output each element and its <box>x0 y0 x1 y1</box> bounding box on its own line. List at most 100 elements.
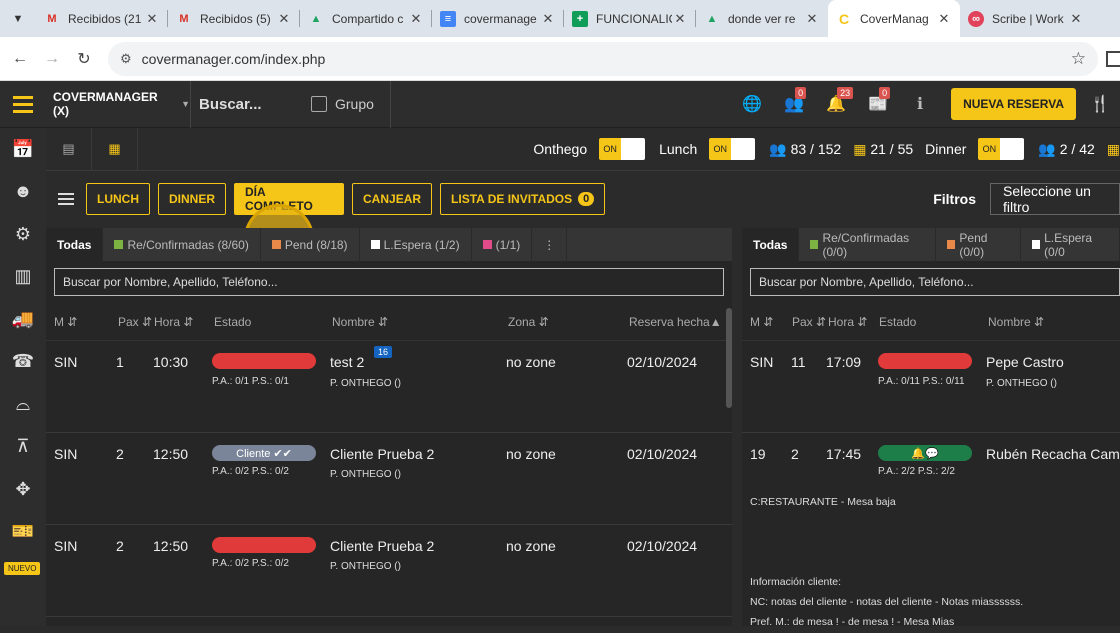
tab-search-dropdown-icon[interactable]: ▼ <box>6 7 30 31</box>
dinner-button[interactable]: DINNER <box>158 182 227 215</box>
scrollbar[interactable] <box>726 308 732 408</box>
ticket-icon[interactable]: 🎫 <box>0 511 46 554</box>
status-pill[interactable] <box>212 353 316 369</box>
tab-todas[interactable]: Todas <box>46 228 104 261</box>
tab-otros[interactable]: (1/1) <box>472 228 533 261</box>
col-pax[interactable]: Pax ⇵ <box>792 315 826 329</box>
users-icon[interactable]: 👥 0 <box>773 87 815 114</box>
bell-icon[interactable]: 🔔 23 <box>815 87 857 114</box>
tab-label: Re/Confirmadas (8/60) <box>127 237 249 252</box>
cell-nombre[interactable]: Rubén Recacha Cama <box>986 446 1120 462</box>
table-icon[interactable]: ⊼ <box>0 426 46 469</box>
tab-todas[interactable]: Todas <box>742 228 800 261</box>
forward-icon[interactable]: → <box>36 50 68 68</box>
guest-list-label: LISTA DE INVITADOS <box>451 191 573 206</box>
new-reservation-button[interactable]: NUEVA RESERVA <box>951 88 1076 120</box>
lunch-toggle[interactable]: ON <box>709 138 756 160</box>
table-row[interactable]: SIN 1 10:30 P.A.: 0/1 P.S.: 0/1 test 2 1… <box>46 341 732 433</box>
reservation-search-input[interactable]: Buscar por Nombre, Apellido, Teléfono... <box>54 268 724 296</box>
table-row[interactable]: SIN 2 12:50 Cliente ✔✔ P.A.: 0/2 P.S.: 0… <box>46 433 732 525</box>
table-row[interactable]: SIN 11 17:09 P.A.: 0/11 P.S.: 0/11 Pepe … <box>742 341 1120 433</box>
grid-view-icon[interactable]: ▦ <box>92 127 138 171</box>
canjear-button[interactable]: CANJEAR <box>352 182 433 215</box>
col-hora[interactable]: Hora ⇵ <box>828 315 867 329</box>
reservation-search-input[interactable]: Buscar por Nombre, Apellido, Teléfono... <box>750 268 1120 296</box>
news-badge: 0 <box>879 87 891 99</box>
url-field[interactable]: ⚙ covermanager.com/index.php ☆ <box>108 41 1098 76</box>
col-nombre[interactable]: Nombre ⇵ <box>332 315 388 329</box>
col-nombre[interactable]: Nombre ⇵ <box>988 315 1044 329</box>
close-icon[interactable]: ✕ <box>672 11 688 27</box>
browser-tab[interactable]: ▲ donde ver re ✕ <box>696 0 828 37</box>
col-reserva-hecha[interactable]: Reserva hecha▲ <box>629 315 722 329</box>
onthego-toggle[interactable]: ON <box>599 138 646 160</box>
cell-nombre[interactable]: Cliente Prueba 2 <box>330 538 434 554</box>
info-icon[interactable]: ℹ <box>899 94 941 114</box>
col-m[interactable]: M ⇵ <box>54 315 77 329</box>
col-m[interactable]: M ⇵ <box>750 315 773 329</box>
close-icon[interactable]: ✕ <box>144 11 160 27</box>
reload-icon[interactable]: ↻ <box>68 49 100 69</box>
cell-nombre[interactable]: Cliente Prueba 2 <box>330 446 434 462</box>
browser-tab[interactable]: + FUNCIONALIC ✕ <box>564 0 696 37</box>
truck-icon[interactable]: 🚚 <box>0 298 46 341</box>
calendar-icon[interactable]: 📅 <box>0 128 46 171</box>
tab-lista-espera[interactable]: L.Espera (0/0 <box>1021 228 1120 261</box>
gear-icon[interactable]: ⚙ <box>0 213 46 256</box>
status-pill[interactable]: 🔔💬 <box>878 445 972 461</box>
tab-pendientes[interactable]: Pend (8/18) <box>261 228 360 261</box>
extension-icon[interactable] <box>1106 50 1120 67</box>
cell-nombre[interactable]: test 2 <box>330 354 364 370</box>
puzzle-icon[interactable]: ✥ <box>0 468 46 511</box>
tab-lista-espera[interactable]: L.Espera (1/2) <box>360 228 472 261</box>
status-tabs: Todas Re/Confirmadas (0/0) Pend (0/0) L.… <box>742 228 1120 261</box>
tab-pendientes[interactable]: Pend (0/0) <box>936 228 1022 261</box>
bookmark-star-icon[interactable]: ☆ <box>1071 49 1086 69</box>
cutlery-icon[interactable]: 🍴 <box>1090 94 1120 114</box>
checkbox-icon[interactable] <box>311 96 327 112</box>
list-view-icon[interactable]: ▤ <box>46 127 92 171</box>
lunch-button[interactable]: LUNCH <box>86 182 150 215</box>
chart-icon[interactable]: ▥ <box>0 256 46 299</box>
browser-tab[interactable]: ▲ Compartido c ✕ <box>300 0 432 37</box>
restaurant-selector[interactable]: COVERMANAGER (X) ▼ <box>46 80 191 128</box>
browser-tab[interactable]: ∞ Scribe | Work ✕ <box>960 0 1092 37</box>
more-options-icon[interactable]: ⋮ <box>532 228 568 261</box>
browser-tab-active[interactable]: C CoverManag ✕ <box>828 0 960 37</box>
hamburger-menu-icon[interactable] <box>0 95 46 113</box>
back-icon[interactable]: ← <box>4 50 36 68</box>
close-icon[interactable]: ✕ <box>276 11 292 27</box>
status-pill[interactable] <box>878 353 972 369</box>
close-icon[interactable]: ✕ <box>540 11 556 27</box>
tab-confirmadas[interactable]: Re/Confirmadas (0/0) <box>799 228 937 261</box>
close-icon[interactable]: ✕ <box>408 11 424 27</box>
guest-list-button[interactable]: LISTA DE INVITADOS 0 <box>440 182 606 215</box>
cell-nombre[interactable]: Pepe Castro <box>986 354 1064 370</box>
browser-tab[interactable]: ≡ covermanage ✕ <box>432 0 564 37</box>
close-icon[interactable]: ✕ <box>1068 11 1084 27</box>
site-info-icon[interactable]: ⚙ <box>120 51 132 67</box>
col-hora[interactable]: Hora ⇵ <box>154 315 193 329</box>
global-search[interactable]: Buscar... <box>191 96 311 113</box>
tab-confirmadas[interactable]: Re/Confirmadas (8/60) <box>103 228 261 261</box>
col-zona[interactable]: Zona ⇵ <box>508 315 549 329</box>
status-pill[interactable]: Cliente ✔✔ <box>212 445 316 461</box>
browser-tab[interactable]: M Recibidos (5) ✕ <box>168 0 300 37</box>
status-pill[interactable] <box>212 537 316 553</box>
col-pax[interactable]: Pax ⇵ <box>118 315 152 329</box>
cloche-icon[interactable]: ⌓ <box>0 383 46 426</box>
filter-select[interactable]: Seleccione un filtro <box>990 182 1120 215</box>
dinner-label: Dinner <box>925 141 967 157</box>
table-row-expanded[interactable]: 19 2 17:45 🔔💬 P.A.: 2/2 P.S.: 2/2 Rubén … <box>742 433 1120 633</box>
news-icon[interactable]: 📰 0 <box>857 87 899 114</box>
dinner-toggle[interactable]: ON <box>978 138 1025 160</box>
table-row[interactable]: SIN 2 12:50 P.A.: 0/2 P.S.: 0/2 Cliente … <box>46 525 732 617</box>
list-icon[interactable] <box>46 192 86 205</box>
close-icon[interactable]: ✕ <box>804 11 820 27</box>
grupo-checkbox[interactable]: Grupo <box>311 80 391 128</box>
close-icon[interactable]: ✕ <box>936 11 952 27</box>
face-icon[interactable]: ☻ <box>0 171 46 214</box>
phone-icon[interactable]: ☎ <box>0 341 46 384</box>
globe-icon[interactable]: 🌐 <box>731 94 773 114</box>
browser-tab[interactable]: M Recibidos (21 ✕ <box>36 0 168 37</box>
